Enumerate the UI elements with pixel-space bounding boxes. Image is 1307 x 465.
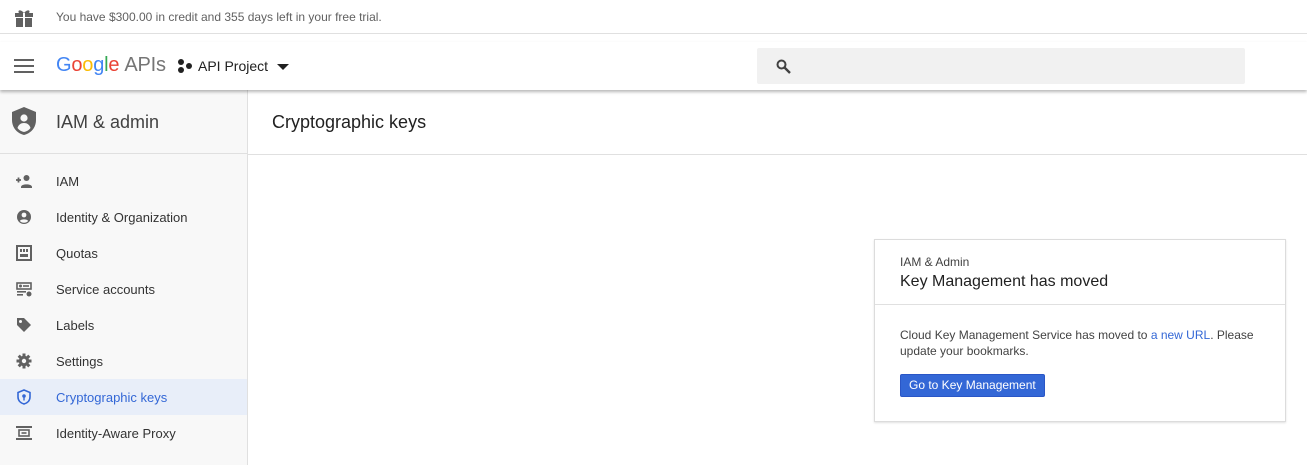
new-url-link[interactable]: a new URL bbox=[1151, 328, 1210, 342]
caret-down-icon bbox=[277, 64, 290, 70]
hamburger-menu-icon[interactable] bbox=[14, 57, 34, 75]
service-account-icon bbox=[16, 282, 32, 297]
sidebar-title: IAM & admin bbox=[56, 112, 160, 132]
add-person-icon bbox=[16, 175, 32, 188]
card-divider bbox=[875, 304, 1285, 305]
card-heading: Key Management has moved bbox=[900, 273, 1109, 290]
project-selector[interactable]: API Project bbox=[177, 55, 290, 77]
sidebar-item-cryptographic-keys[interactable]: Cryptographic keys bbox=[0, 379, 247, 415]
top-header: Google APIs API Project bbox=[0, 42, 1307, 90]
gift-icon bbox=[15, 10, 33, 27]
trial-banner: You have $300.00 in credit and 355 days … bbox=[0, 0, 1307, 34]
sidebar-header: IAM & admin bbox=[0, 90, 247, 154]
sidebar-nav: IAM Identity & Organization Quotas Servi… bbox=[0, 163, 247, 451]
sidebar-item-identity-aware-proxy[interactable]: Identity-Aware Proxy bbox=[0, 415, 247, 451]
project-dots-icon bbox=[178, 59, 192, 73]
quota-icon bbox=[16, 245, 32, 261]
iam-shield-icon bbox=[12, 107, 36, 135]
sidebar-item-settings[interactable]: Settings bbox=[0, 343, 247, 379]
account-circle-icon bbox=[17, 210, 31, 224]
key-management-moved-card: IAM & Admin Key Management has moved Clo… bbox=[874, 239, 1286, 422]
search-icon bbox=[776, 59, 791, 74]
trial-banner-text: You have $300.00 in credit and 355 days … bbox=[56, 10, 382, 24]
sidebar-item-labels[interactable]: Labels bbox=[0, 307, 247, 343]
google-apis-logo[interactable]: Google APIs bbox=[56, 54, 166, 77]
logo-apis-text: APIs bbox=[124, 54, 166, 76]
title-divider bbox=[248, 154, 1307, 155]
shield-key-icon bbox=[17, 389, 31, 405]
search-input[interactable] bbox=[801, 48, 1231, 84]
label-icon bbox=[17, 318, 31, 332]
page-title: Cryptographic keys bbox=[272, 112, 427, 132]
search-bar[interactable] bbox=[757, 48, 1245, 84]
sidebar-item-identity-organization[interactable]: Identity & Organization bbox=[0, 199, 247, 235]
proxy-icon bbox=[16, 426, 32, 440]
sidebar-item-iam[interactable]: IAM bbox=[0, 163, 247, 199]
sidebar-item-quotas[interactable]: Quotas bbox=[0, 235, 247, 271]
sidebar: IAM & admin IAM Identity & Organization bbox=[0, 90, 248, 465]
gear-icon bbox=[16, 353, 32, 369]
card-eyebrow: IAM & Admin bbox=[900, 255, 970, 269]
go-to-key-management-button[interactable]: Go to Key Management bbox=[900, 374, 1045, 397]
sidebar-item-service-accounts[interactable]: Service accounts bbox=[0, 271, 247, 307]
card-body: Cloud Key Management Service has moved t… bbox=[900, 328, 1254, 358]
project-name: API Project bbox=[198, 58, 269, 74]
